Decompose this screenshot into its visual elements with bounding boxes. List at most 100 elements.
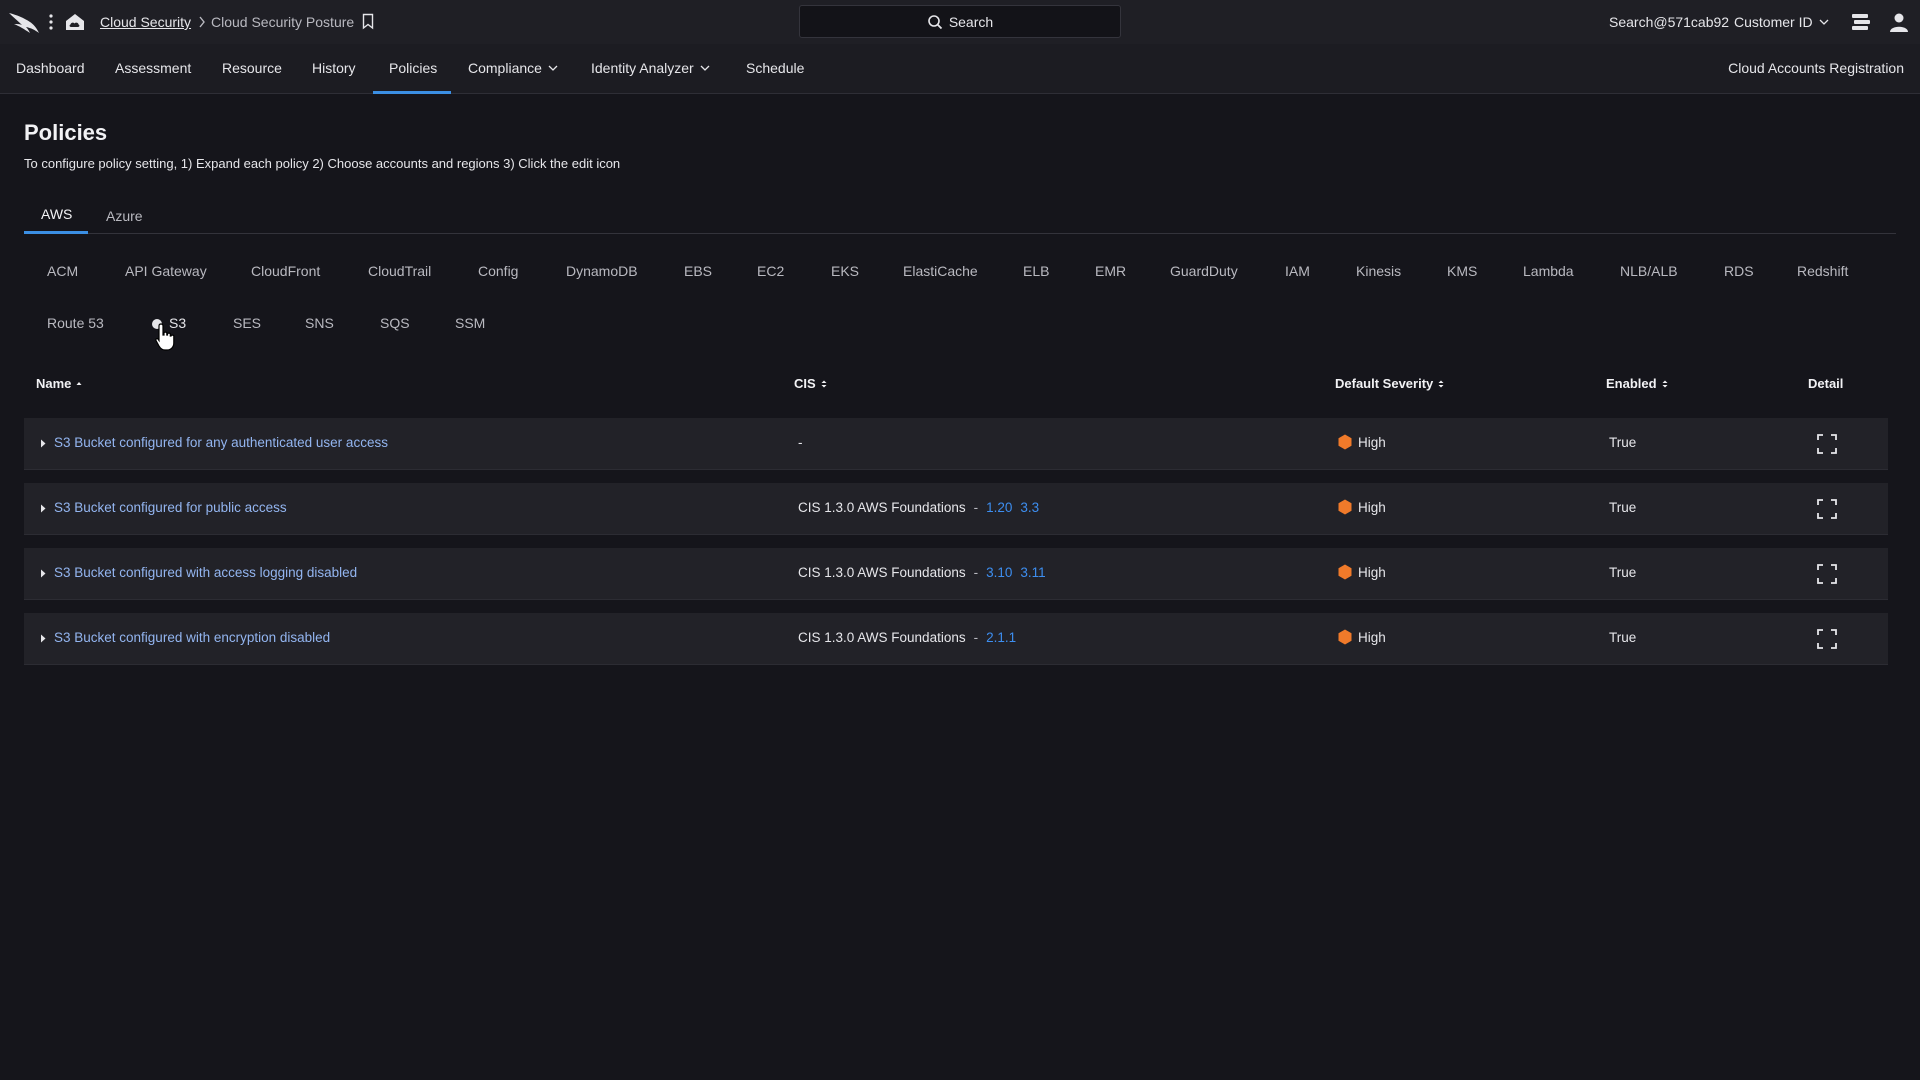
user-profile-icon[interactable] [1888,11,1910,33]
service-rds[interactable]: RDS [1724,263,1754,279]
nav-policies[interactable]: Policies [389,60,437,76]
expand-detail-icon[interactable] [1816,628,1838,650]
service-ses[interactable]: SES [233,315,261,331]
cis-control-link[interactable]: 3.3 [1020,500,1039,515]
policy-name[interactable]: S3 Bucket configured for public access [54,500,287,515]
cloud-home-icon[interactable] [64,12,86,32]
service-nlb-alb[interactable]: NLB/ALB [1620,263,1678,279]
enabled-value: True [1609,565,1637,580]
cis-cell: CIS 1.3.0 AWS Foundations - 2.1.1 [798,630,1016,645]
tab-azure[interactable]: Azure [106,208,143,224]
policy-name[interactable]: S3 Bucket configured with encryption dis… [54,630,330,645]
app-menu-dots-icon[interactable] [48,11,54,33]
breadcrumb-cloud-security[interactable]: Cloud Security [100,14,191,30]
service-eks[interactable]: EKS [831,263,859,279]
nav-identity-analyzer[interactable]: Identity Analyzer [591,60,710,76]
expand-detail-icon[interactable] [1816,433,1838,455]
service-route-53[interactable]: Route 53 [47,315,104,331]
severity-high-hexagon-icon [1338,629,1352,645]
user-account[interactable]: Search@571cab92 [1609,14,1729,30]
service-elb[interactable]: ELB [1023,263,1049,279]
cis-text: CIS 1.3.0 AWS Foundations [798,500,966,515]
column-header-enabled[interactable]: Enabled [1606,376,1669,391]
severity-high-hexagon-icon [1338,564,1352,580]
severity-label: High [1358,499,1386,515]
column-header-name-label: Name [36,376,72,391]
column-header-name[interactable]: Name [36,376,83,391]
cis-text: - [798,435,803,450]
main-nav: Dashboard Assessment Resource History Po… [0,44,1920,94]
severity-label: High [1358,434,1386,450]
nav-dashboard[interactable]: Dashboard [16,60,85,76]
service-sqs[interactable]: SQS [380,315,410,331]
policy-name[interactable]: S3 Bucket configured with access logging… [54,565,357,580]
cloud-accounts-registration-link[interactable]: Cloud Accounts Registration [1728,60,1904,76]
severity-high-hexagon-icon [1338,499,1352,515]
service-config[interactable]: Config [478,263,518,279]
cis-control-link[interactable]: 3.10 [986,565,1012,580]
expand-detail-icon[interactable] [1816,498,1838,520]
cis-control-link[interactable]: 3.11 [1020,565,1045,580]
service-emr[interactable]: EMR [1095,263,1126,279]
service-kms[interactable]: KMS [1447,263,1477,279]
nav-schedule[interactable]: Schedule [746,60,804,76]
expand-caret-icon[interactable] [40,634,46,643]
cis-cell: CIS 1.3.0 AWS Foundations - 1.20 3.3 [798,500,1039,515]
service-sns[interactable]: SNS [305,315,334,331]
service-dynamodb[interactable]: DynamoDB [566,263,638,279]
service-ec2[interactable]: EC2 [757,263,784,279]
table-row[interactable]: S3 Bucket configured with encryption dis… [24,613,1888,665]
service-redshift[interactable]: Redshift [1797,263,1848,279]
nav-resource[interactable]: Resource [222,60,282,76]
tab-active-indicator [24,231,88,234]
column-header-detail: Detail [1808,376,1843,391]
bookmark-icon[interactable] [362,13,374,30]
nav-active-indicator [373,91,451,94]
nav-compliance[interactable]: Compliance [468,60,558,76]
service-ebs[interactable]: EBS [684,263,712,279]
cis-control-link[interactable]: 2.1.1 [986,630,1016,645]
service-lambda[interactable]: Lambda [1523,263,1574,279]
severity-cell: High [1338,434,1386,450]
expand-caret-icon[interactable] [40,504,46,513]
service-cloudfront[interactable]: CloudFront [251,263,320,279]
column-header-enabled-label: Enabled [1606,376,1657,391]
tab-aws[interactable]: AWS [41,206,72,222]
nav-assessment[interactable]: Assessment [115,60,191,76]
expand-detail-icon[interactable] [1816,563,1838,585]
expand-caret-icon[interactable] [40,569,46,578]
severity-label: High [1358,564,1386,580]
support-menu-icon[interactable] [1850,12,1872,32]
service-api-gateway[interactable]: API Gateway [125,263,207,279]
falcon-logo-icon[interactable] [8,9,40,35]
cis-separator: - [973,565,979,580]
policy-name[interactable]: S3 Bucket configured for any authenticat… [54,435,388,450]
column-header-default-severity[interactable]: Default Severity [1335,376,1445,391]
chevron-down-icon [700,65,710,71]
service-acm[interactable]: ACM [47,263,78,279]
table-row[interactable]: S3 Bucket configured for any authenticat… [24,418,1888,470]
search-icon [928,14,942,29]
column-header-severity-label: Default Severity [1335,376,1434,391]
sort-ascending-icon [76,381,82,385]
severity-cell: High [1338,564,1386,580]
cis-separator: - [973,500,979,515]
severity-high-hexagon-icon [1338,434,1352,450]
service-guardduty[interactable]: GuardDuty [1170,263,1238,279]
cis-control-link[interactable]: 1.20 [986,500,1012,515]
search-label: Search [948,13,994,30]
expand-caret-icon[interactable] [40,439,46,448]
column-header-cis[interactable]: CIS [794,376,828,391]
service-kinesis[interactable]: Kinesis [1356,263,1401,279]
table-row[interactable]: S3 Bucket configured with access logging… [24,548,1888,600]
customer-id-dropdown[interactable]: Customer ID [1734,14,1829,30]
sort-icon [821,380,827,387]
service-ssm[interactable]: SSM [455,315,485,331]
service-cloudtrail[interactable]: CloudTrail [368,263,431,279]
service-iam[interactable]: IAM [1285,263,1310,279]
nav-history[interactable]: History [312,60,356,76]
table-row[interactable]: S3 Bucket configured for public access C… [24,483,1888,535]
column-header-detail-label: Detail [1808,376,1844,391]
service-elasticache[interactable]: ElastiCache [903,263,978,279]
global-search-box[interactable]: Search [799,5,1121,38]
